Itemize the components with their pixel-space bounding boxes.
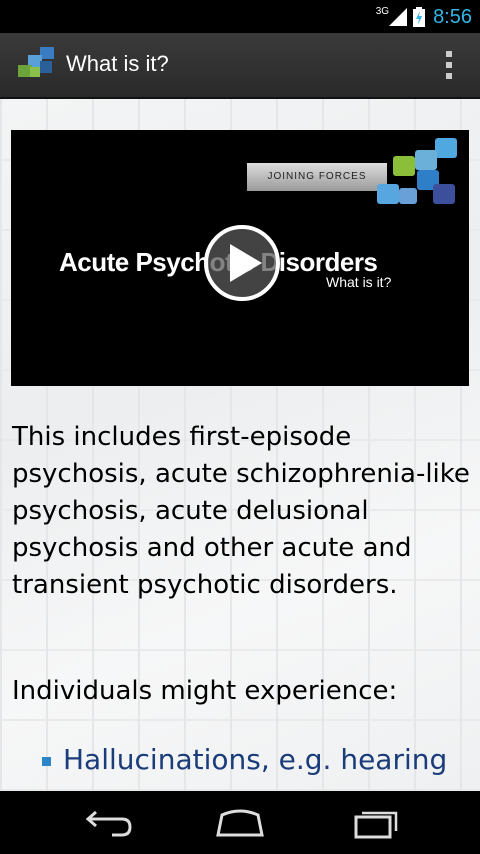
list-item[interactable]: Hallucinations, e.g. hearing: [42, 743, 447, 776]
status-icons: 3G 8:56: [376, 5, 472, 29]
navigation-bar: [0, 791, 480, 854]
intro-paragraph: This includes first-episode psychosis, a…: [12, 422, 470, 600]
action-bar: What is it?: [0, 33, 480, 99]
content-area[interactable]: JOINING FORCES Acute Psychotic Disorders…: [0, 99, 480, 791]
recents-icon[interactable]: [344, 805, 404, 841]
video-player[interactable]: JOINING FORCES Acute Psychotic Disorders…: [11, 130, 469, 386]
back-icon[interactable]: [76, 805, 136, 841]
status-bar: 3G 8:56: [0, 0, 480, 33]
bullet-icon: [42, 757, 51, 766]
app-logo-icon: [18, 47, 54, 77]
list-item-text[interactable]: Hallucinations, e.g. hearing: [63, 743, 447, 776]
home-icon[interactable]: [210, 805, 270, 841]
experience-heading: Individuals might experience:: [12, 676, 398, 706]
play-button[interactable]: [204, 225, 280, 301]
page-title: What is it?: [66, 51, 169, 76]
clock: 8:56: [433, 5, 472, 28]
battery-charging-icon: [413, 7, 426, 27]
play-icon: [230, 244, 262, 282]
signal-icon: [389, 8, 408, 26]
brand-squares-logo: [377, 138, 457, 204]
video-subtitle: What is it?: [326, 274, 392, 290]
overflow-menu-icon[interactable]: [444, 51, 454, 81]
network-type-label: 3G: [375, 5, 390, 17]
